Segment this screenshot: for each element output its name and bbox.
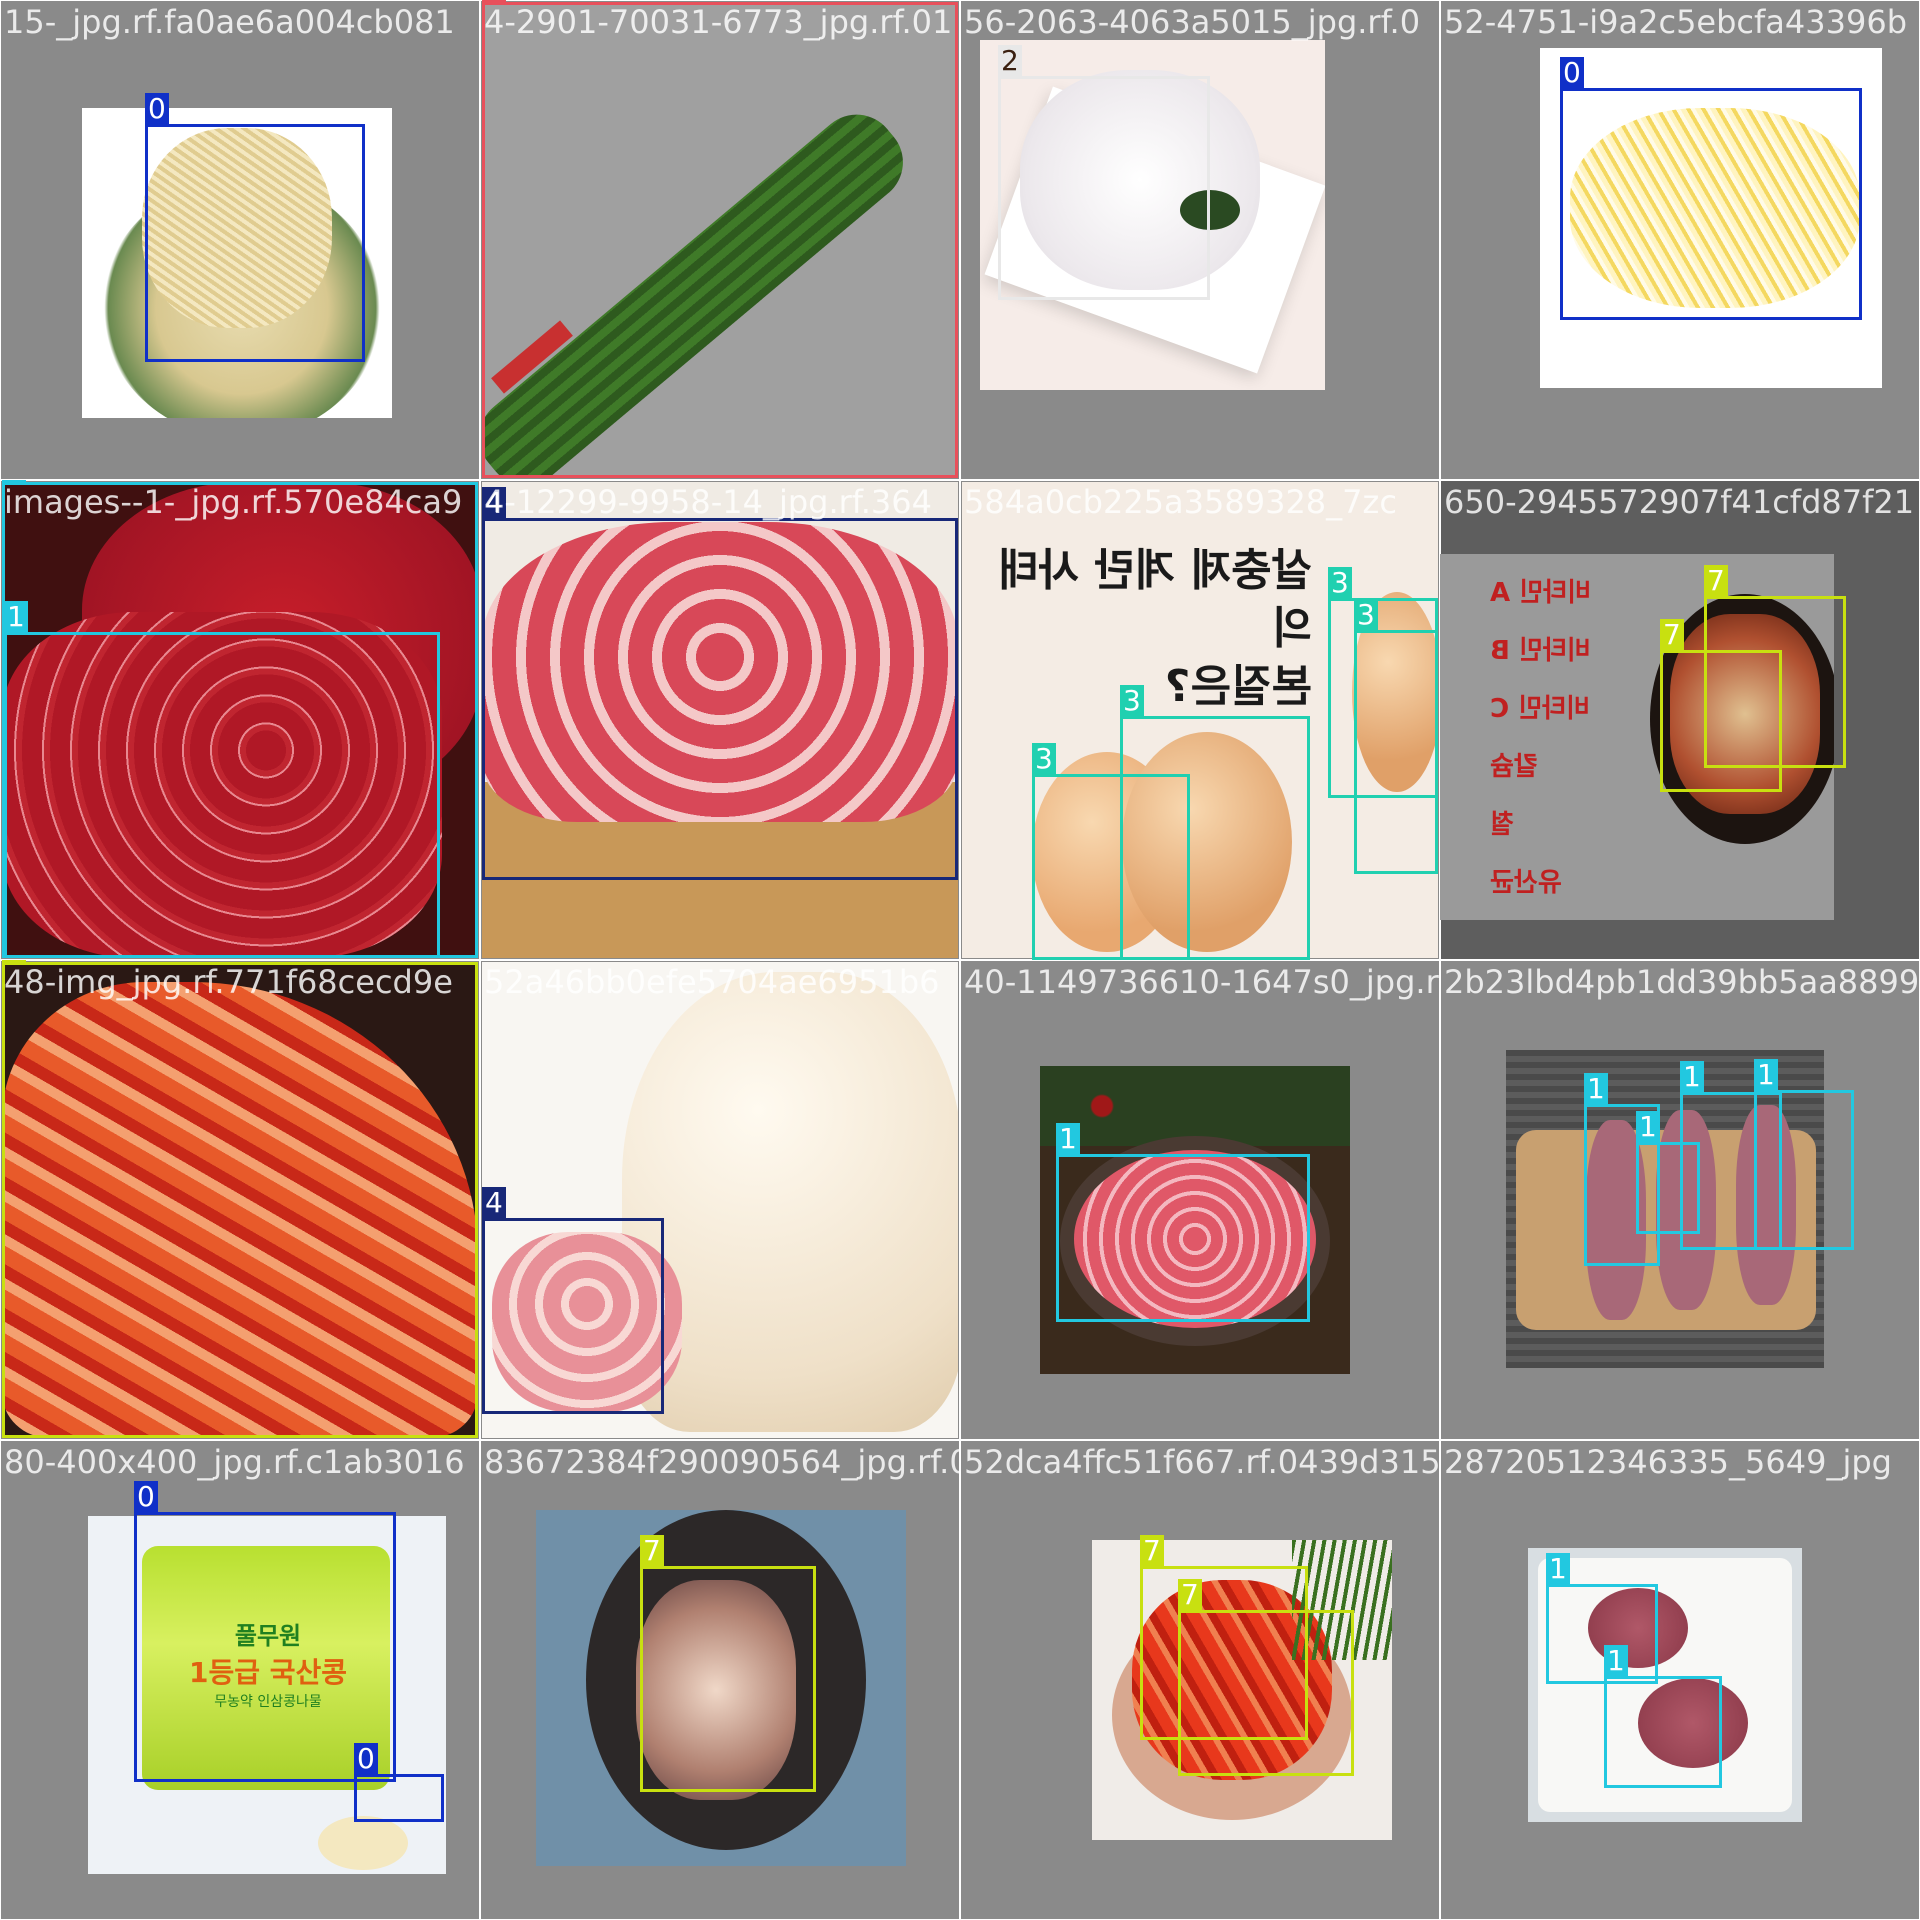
tile-2: 56-2063-4063a5015_jpg.rf.0 2 <box>960 0 1440 480</box>
tile-filename: 52a46bb0efe5704ae6951b6 <box>484 963 940 1001</box>
nutrient-item: 칼슘 <box>1490 752 1538 782</box>
bbox-label: 1 <box>1636 1111 1660 1143</box>
tile-13: 83672384f290090564_jpg.rf.0 7 <box>480 1440 960 1920</box>
nutrient-item: 비타민 C <box>1490 694 1590 724</box>
tile-filename: 80-400x400_jpg.rf.c1ab3016 <box>4 1443 465 1481</box>
bbox: 1 <box>1754 1059 1854 1250</box>
bbox: 3 <box>1354 599 1438 874</box>
bbox-label: 7 <box>1178 1579 1202 1611</box>
bbox: 4 <box>482 487 958 880</box>
bbox-label: 1 <box>4 601 28 633</box>
nutrient-item: 유산균 <box>1490 868 1562 898</box>
tile-3: 52-4751-i9a2c5ebcfa43396b 0 <box>1440 0 1920 480</box>
bbox-label: 3 <box>1032 743 1056 775</box>
tile-filename: 15-_jpg.rf.fa0ae6a004cb081 <box>4 3 455 41</box>
bbox-label: 7 <box>640 1535 664 1567</box>
bbox-label: 7 <box>1660 619 1684 651</box>
tile-9: 52a46bb0efe5704ae6951b6 4 <box>480 960 960 1440</box>
bbox-label: 1 <box>1546 1553 1570 1585</box>
nutrient-list: 비타민 A 비타민 B 비타민 C 칼슘 철 유산균 <box>1490 564 1640 912</box>
tile-6: 살충제 계란 사태의 본질은? 584a0cb225a3589328_7zc 3… <box>960 480 1440 960</box>
tile-5: 4-12299-9958-14_jpg.rf.364 4 <box>480 480 960 960</box>
bbox: 1 <box>1056 1123 1310 1322</box>
bbox: 1 <box>1546 1553 1658 1684</box>
tile-15: 28720512346335_5649_jpg 1 1 <box>1440 1440 1920 1920</box>
bbox-label: 4 <box>482 1187 506 1219</box>
bbox: 0 <box>354 1743 444 1822</box>
tile-filename: 4-2901-70031-6773_jpg.rf.01 <box>484 3 953 41</box>
bbox-label: 3 <box>1120 685 1144 717</box>
bbox-label: 1 <box>1584 1073 1608 1105</box>
bbox: 4 <box>482 1187 664 1414</box>
tile-filename: 52dca4ffc51f667.rf.0439d315 <box>964 1443 1440 1481</box>
bbox-label: 1 <box>1604 1645 1628 1677</box>
tile-11: 2b23lbd4pb1dd39bb5aa8899c8 1 1 1 1 <box>1440 960 1920 1440</box>
bbox: 6 <box>482 0 958 478</box>
tile-1: 4-2901-70031-6773_jpg.rf.01 6 <box>480 0 960 480</box>
bbox-label: 0 <box>354 1743 378 1775</box>
bbox: 7 <box>1660 619 1782 792</box>
tile-filename: 48-img_jpg.rf.771f68cecd9e <box>4 963 453 1001</box>
tile-filename: 4-12299-9958-14_jpg.rf.364 <box>484 483 932 521</box>
bbox: 0 <box>1560 57 1862 320</box>
bbox-label: 1 <box>1680 1061 1704 1093</box>
nutrient-item: 비타민 A <box>1490 578 1591 608</box>
mosaic-grid: 15-_jpg.rf.fa0ae6a004cb081 0 4-2901-7003… <box>0 0 1920 1920</box>
bbox: 1 <box>4 601 440 958</box>
tile-filename: images--1-_jpg.rf.570e84ca9 <box>4 483 463 521</box>
bbox-label: 2 <box>998 45 1022 77</box>
bbox: 0 <box>145 93 365 362</box>
tile-filename: 2b23lbd4pb1dd39bb5aa8899c8 <box>1444 963 1920 1001</box>
tile-filename: 83672384f290090564_jpg.rf.0 <box>484 1443 960 1481</box>
bbox-label: 3 <box>1354 599 1378 631</box>
tile-filename: 584a0cb225a3589328_7zc <box>964 483 1397 521</box>
bbox-label: 0 <box>134 1481 158 1513</box>
tile-14: 52dca4ffc51f667.rf.0439d315 7 7 <box>960 1440 1440 1920</box>
bbox: 7 <box>2 960 478 1438</box>
bbox-label: 1 <box>1754 1059 1778 1091</box>
tile-filename: 52-4751-i9a2c5ebcfa43396b <box>1444 3 1907 41</box>
tile-10: 40-1149736610-1647s0_jpg.rf 1 <box>960 960 1440 1440</box>
bbox-label: 7 <box>1704 565 1728 597</box>
bbox-label: 3 <box>1328 567 1352 599</box>
nutrient-item: 비타민 B <box>1490 636 1591 666</box>
tile-7: 비타민 A 비타민 B 비타민 C 칼슘 철 유산균 650-294557290… <box>1440 480 1920 960</box>
egg-headline: 살충제 계란 사태의 본질은? <box>992 542 1312 716</box>
bbox-label: 7 <box>1140 1535 1164 1567</box>
tile-4: images--1-_jpg.rf.570e84ca9 1 1 <box>0 480 480 960</box>
bbox: 1 <box>1604 1645 1722 1788</box>
tile-filename: 650-2945572907f41cfd87f21 <box>1444 483 1915 521</box>
tile-filename: 56-2063-4063a5015_jpg.rf.0 <box>964 3 1421 41</box>
tile-12: 풀무원 1등급 국산콩 무농약 인삼콩나물 80-400x400_jpg.rf.… <box>0 1440 480 1920</box>
tile-8: 48-img_jpg.rf.771f68cecd9e 7 <box>0 960 480 1440</box>
bbox: 7 <box>1178 1579 1354 1776</box>
egg-headline-line2: 본질은? <box>1165 661 1312 712</box>
egg-headline-line1: 살충제 계란 사태의 <box>998 545 1312 654</box>
bbox-label: 0 <box>145 93 169 125</box>
nutrient-item: 철 <box>1490 810 1514 840</box>
bbox-label: 1 <box>1056 1123 1080 1155</box>
tile-0: 15-_jpg.rf.fa0ae6a004cb081 0 <box>0 0 480 480</box>
bbox-label: 0 <box>1560 57 1584 89</box>
bbox: 3 <box>1032 743 1190 960</box>
tile-filename: 28720512346335_5649_jpg <box>1444 1443 1892 1481</box>
bbox: 7 <box>640 1535 816 1792</box>
bbox: 2 <box>998 45 1210 300</box>
tile-filename: 40-1149736610-1647s0_jpg.rf <box>964 963 1440 1001</box>
